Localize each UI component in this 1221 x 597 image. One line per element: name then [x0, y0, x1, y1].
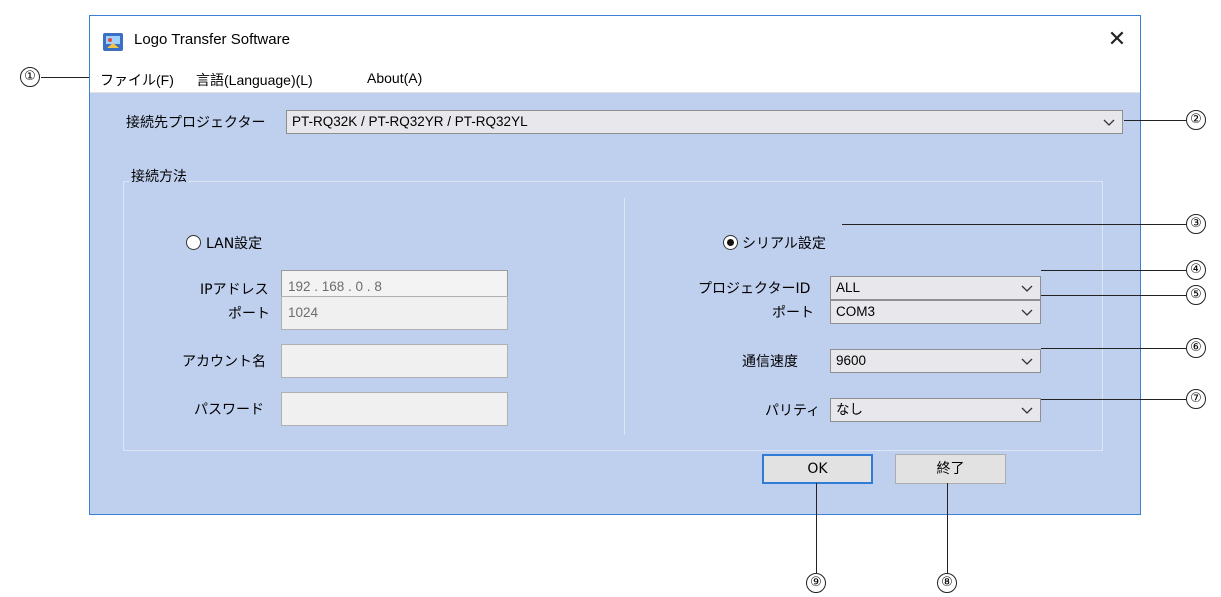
- callout-4: ④: [1186, 260, 1206, 280]
- serial-radio[interactable]: [723, 235, 738, 250]
- callout-5-text: ⑤: [1190, 287, 1202, 302]
- callout-9-leader: [816, 483, 817, 573]
- menu-about[interactable]: About(A): [367, 70, 422, 86]
- lan-radio-label[interactable]: LAN設定: [206, 233, 262, 253]
- password-label: パスワード: [194, 402, 264, 418]
- projector-select-value: PT-RQ32K / PT-RQ32YR / PT-RQ32YL: [292, 114, 528, 129]
- speed-select[interactable]: 9600: [830, 349, 1041, 373]
- parity-label: パリティ: [765, 403, 821, 419]
- projector-id-select[interactable]: ALL: [830, 276, 1041, 300]
- lan-port-field[interactable]: 1024: [281, 296, 508, 330]
- callout-2-leader: [1124, 120, 1186, 121]
- connection-group-label: 接続方法: [129, 166, 189, 186]
- projector-select[interactable]: PT-RQ32K / PT-RQ32YR / PT-RQ32YL: [286, 110, 1123, 134]
- menu-bar: ファイル(F) 言語(Language)(L) About(A): [90, 66, 1140, 93]
- callout-1-text: ①: [24, 69, 36, 84]
- callout-5-leader: [1041, 295, 1186, 296]
- app-window: Logo Transfer Software ✕ ファイル(F) 言語(Lang…: [89, 15, 1141, 515]
- speed-value: 9600: [836, 353, 867, 368]
- lan-radio[interactable]: [186, 235, 201, 250]
- exit-button[interactable]: 終了: [895, 454, 1006, 484]
- callout-6-text: ⑥: [1190, 340, 1202, 355]
- callout-2: ②: [1186, 110, 1206, 130]
- ok-button[interactable]: OK: [762, 454, 873, 484]
- callout-8-text: ⑧: [941, 575, 953, 590]
- callout-9: ⑨: [806, 573, 826, 593]
- callout-4-text: ④: [1190, 262, 1202, 277]
- close-button[interactable]: ✕: [1102, 26, 1132, 54]
- close-icon: ✕: [1107, 27, 1127, 52]
- parity-value: なし: [836, 402, 863, 417]
- account-label: アカウント名: [182, 354, 266, 370]
- callout-2-text: ②: [1190, 112, 1202, 127]
- projector-id-value: ALL: [836, 280, 861, 295]
- serial-port-label: ポート: [772, 305, 814, 321]
- projector-label: 接続先プロジェクター: [126, 115, 266, 131]
- chevron-down-icon: [1103, 119, 1115, 126]
- callout-6: ⑥: [1186, 338, 1206, 358]
- callout-3-leader: [842, 224, 1186, 225]
- callout-4-leader: [1041, 270, 1186, 271]
- password-field[interactable]: [281, 392, 508, 426]
- dialog-body: 接続先プロジェクター PT-RQ32K / PT-RQ32YR / PT-RQ3…: [90, 93, 1140, 514]
- callout-7-leader: [1041, 399, 1186, 400]
- account-field[interactable]: [281, 344, 508, 378]
- speed-label: 通信速度: [742, 354, 798, 370]
- ip-label: IPアドレス: [200, 282, 269, 298]
- serial-port-value: COM3: [836, 304, 876, 319]
- chevron-down-icon: [1021, 358, 1033, 365]
- callout-7: ⑦: [1186, 389, 1206, 409]
- callout-8-leader: [947, 483, 948, 573]
- callout-3-text: ③: [1190, 216, 1202, 231]
- callout-5: ⑤: [1186, 285, 1206, 305]
- menu-file[interactable]: ファイル(F): [100, 70, 174, 90]
- serial-port-select[interactable]: COM3: [830, 300, 1041, 324]
- callout-1: ①: [20, 67, 40, 87]
- callout-9-text: ⑨: [810, 575, 822, 590]
- title-bar[interactable]: Logo Transfer Software ✕: [90, 16, 1140, 66]
- callout-8: ⑧: [937, 573, 957, 593]
- app-logo-icon: [103, 33, 123, 51]
- callout-7-text: ⑦: [1190, 391, 1202, 406]
- window-title: Logo Transfer Software: [134, 31, 290, 48]
- lan-port-label: ポート: [228, 306, 270, 322]
- parity-select[interactable]: なし: [830, 398, 1041, 422]
- serial-radio-label[interactable]: シリアル設定: [742, 233, 826, 253]
- menu-language[interactable]: 言語(Language)(L): [196, 70, 313, 90]
- chevron-down-icon: [1021, 285, 1033, 292]
- chevron-down-icon: [1021, 407, 1033, 414]
- projector-id-label: プロジェクターID: [698, 281, 811, 297]
- callout-6-leader: [1041, 348, 1186, 349]
- callout-3: ③: [1186, 214, 1206, 234]
- serial-radio-dot: [727, 239, 734, 246]
- chevron-down-icon: [1021, 309, 1033, 316]
- group-divider: [624, 198, 625, 435]
